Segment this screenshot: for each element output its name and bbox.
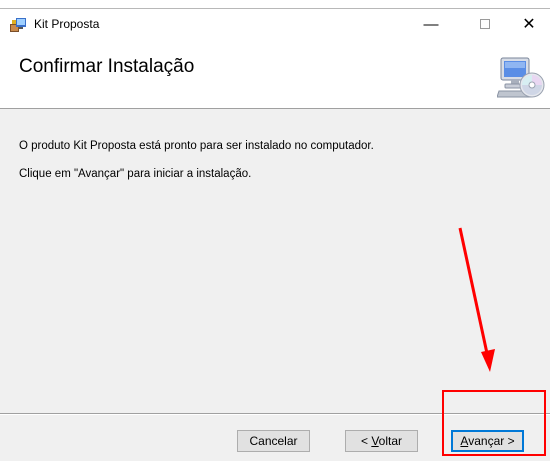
maximize-button[interactable] <box>462 9 508 39</box>
close-button[interactable]: ✕ <box>506 9 550 39</box>
window-title: Kit Proposta <box>34 17 100 31</box>
cancel-button-label: Cancelar <box>249 434 298 448</box>
instruction-message: Clique em "Avançar" para iniciar a insta… <box>19 168 252 180</box>
close-icon: ✕ <box>522 16 536 33</box>
setup-computer-disc-icon <box>496 55 545 101</box>
installer-app-icon <box>9 16 27 34</box>
cancel-button[interactable]: Cancelar <box>237 430 310 452</box>
page-title: Confirmar Instalação <box>19 56 195 77</box>
footer-separator <box>0 413 550 415</box>
ready-message: O produto Kit Proposta está pronto para … <box>19 140 374 152</box>
installer-window: Kit Proposta — ✕ Confirmar Instalação O … <box>0 8 550 461</box>
next-button[interactable]: Avançar > <box>451 430 524 452</box>
title-bar[interactable]: Kit Proposta — ✕ <box>0 9 550 39</box>
minimize-button[interactable]: — <box>408 9 454 39</box>
header-band: Confirmar Instalação <box>0 39 550 109</box>
minimize-icon: — <box>423 15 439 33</box>
maximize-icon <box>480 19 490 29</box>
back-button[interactable]: < Voltar <box>345 430 418 452</box>
